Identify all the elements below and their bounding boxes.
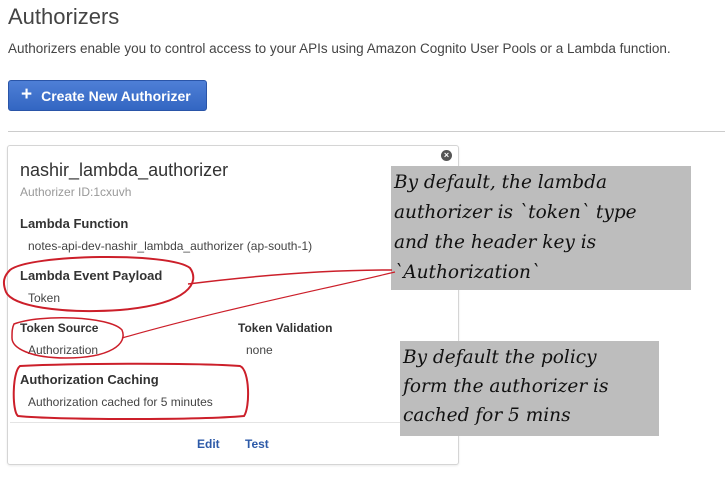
note2-line: form the authorizer is <box>403 376 609 397</box>
authorizer-name: nashir_lambda_authorizer <box>20 160 229 180</box>
note1-line: `Authorization` <box>394 262 541 283</box>
lambda-function-label: Lambda Function <box>20 216 129 231</box>
token-source-value: Authorization <box>28 343 99 357</box>
annotation-note-caching: By default the policy form the authorize… <box>400 341 659 436</box>
page-title: Authorizers <box>8 4 120 29</box>
caching-value: Authorization cached for 5 minutes <box>28 395 213 409</box>
create-new-authorizer-button[interactable]: + Create New Authorizer <box>8 80 207 111</box>
page-description: Authorizers enable you to control access… <box>8 41 671 56</box>
close-icon[interactable]: × <box>441 150 452 161</box>
note2-line: cached for 5 mins <box>403 405 571 426</box>
plus-icon: + <box>21 84 33 105</box>
create-button-label: Create New Authorizer <box>41 87 191 104</box>
note1-line: and the header key is <box>394 232 597 253</box>
note1-line: By default, the lambda <box>394 172 608 193</box>
lambda-function-value: notes-api-dev-nashir_lambda_authorizer (… <box>28 239 313 253</box>
token-validation-label: Token Validation <box>238 321 333 335</box>
note2-line: By default the policy <box>403 347 597 368</box>
test-link[interactable]: Test <box>245 437 269 451</box>
token-source-label: Token Source <box>20 321 99 335</box>
caching-label: Authorization Caching <box>20 372 159 387</box>
note1-line: authorizer is `token` type <box>394 202 637 223</box>
token-validation-value: none <box>246 343 273 357</box>
section-divider <box>8 131 725 132</box>
event-payload-value: Token <box>28 291 61 305</box>
card-footer-divider <box>10 422 456 423</box>
authorizer-id: Authorizer ID:1cxuvh <box>20 185 132 199</box>
annotation-note-token-type: By default, the lambda authorizer is `to… <box>391 166 691 290</box>
edit-link[interactable]: Edit <box>197 437 220 451</box>
event-payload-label: Lambda Event Payload <box>20 268 163 283</box>
